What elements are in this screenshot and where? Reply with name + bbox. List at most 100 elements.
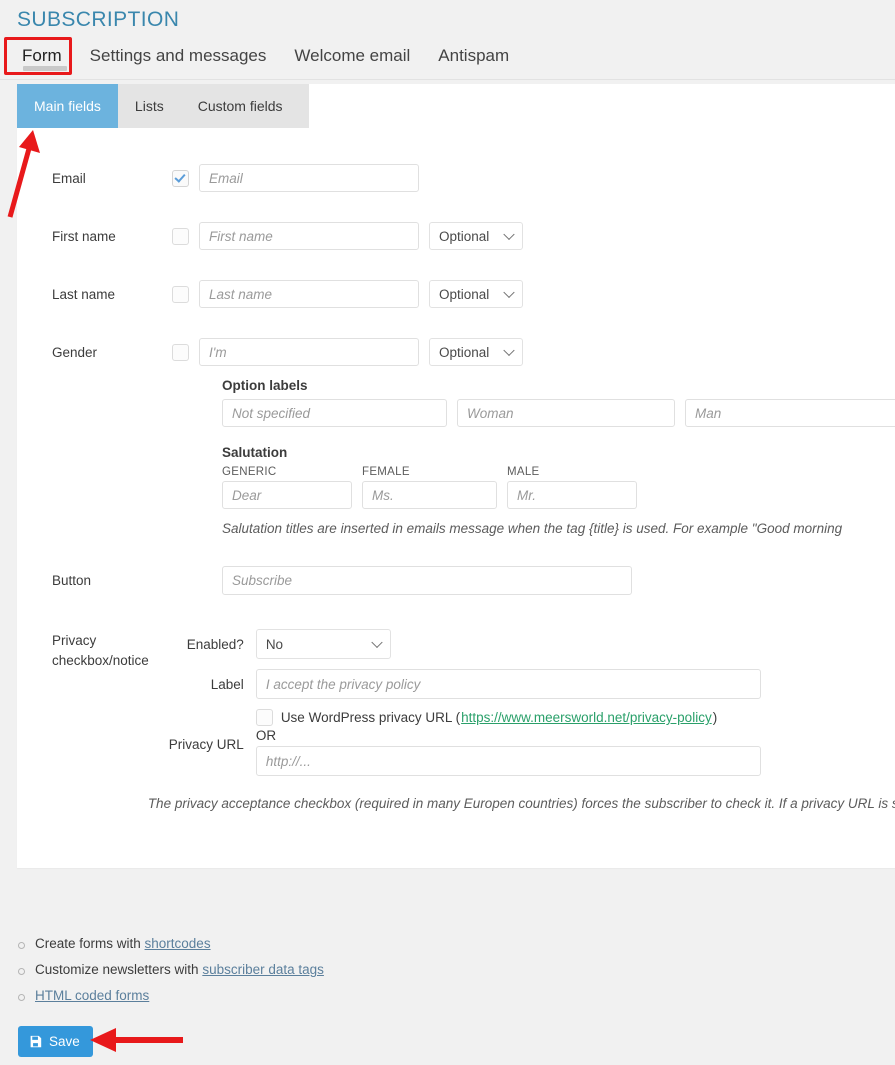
label-button: Button	[52, 573, 92, 588]
row-gender: Gender Optional	[17, 338, 895, 366]
chevron-down-icon	[503, 228, 515, 241]
footer: Create forms with shortcodes Customize n…	[0, 936, 895, 1014]
tab-form-label: Form	[22, 46, 62, 65]
privacy-url-or-text: OR	[255, 728, 277, 743]
footer-link-list: Create forms with shortcodes Customize n…	[0, 936, 895, 1003]
form-card: Main fields Lists Custom fields Email Fi…	[17, 84, 895, 869]
select-last-name-requirement-value: Optional	[439, 286, 490, 302]
input-privacy-label[interactable]	[255, 669, 761, 699]
label-gender: Gender	[52, 345, 98, 360]
input-last-name[interactable]	[199, 280, 419, 308]
input-button-text[interactable]	[222, 566, 632, 595]
tab-form-underline	[23, 66, 67, 71]
input-salutation-female[interactable]	[362, 481, 497, 509]
use-wp-privacy-url-line: Use WordPress privacy URL ( https://www.…	[255, 709, 761, 726]
footer-item-subscriber-data-tags: Customize newsletters with subscriber da…	[18, 962, 895, 977]
use-wp-privacy-url-text-after: )	[712, 710, 718, 725]
control-gender: Optional	[172, 338, 523, 366]
tab-form[interactable]: Form	[17, 42, 76, 74]
salutation-male-header: MALE	[507, 466, 540, 478]
privacy-url-label: Privacy URL	[168, 737, 244, 752]
subtab-lists[interactable]: Lists	[118, 84, 181, 128]
privacy-label-label: Label	[210, 676, 244, 692]
select-last-name-requirement[interactable]: Optional	[429, 280, 523, 308]
label-privacy: Privacy checkbox/notice	[52, 633, 149, 668]
select-gender-requirement[interactable]: Optional	[429, 338, 523, 366]
tab-welcome-email[interactable]: Welcome email	[280, 42, 424, 74]
control-button	[222, 566, 632, 595]
privacy-controls: Enabled? No Label Privacy URL	[144, 629, 895, 814]
row-privacy: Privacy checkbox/notice Enabled? No Labe…	[17, 629, 895, 814]
form-body: Email First name Optional	[17, 128, 895, 868]
salutation-headers: GENERIC FEMALE MALE	[222, 466, 895, 478]
input-option-label-not-specified[interactable]	[222, 399, 447, 427]
tab-settings-and-messages[interactable]: Settings and messages	[76, 42, 281, 74]
tab-settings-and-messages-label: Settings and messages	[89, 46, 267, 65]
input-email[interactable]	[199, 164, 419, 192]
select-privacy-enabled-value: No	[265, 636, 284, 652]
subscriber-data-tags-link[interactable]: subscriber data tags	[202, 962, 324, 977]
salutation-hint: Salutation titles are inserted in emails…	[222, 521, 843, 536]
input-first-name[interactable]	[199, 222, 419, 250]
row-button: Button	[17, 566, 895, 595]
input-gender[interactable]	[199, 338, 419, 366]
option-labels-title: Option labels	[222, 378, 308, 393]
salutation-title: Salutation	[222, 445, 288, 460]
input-salutation-male[interactable]	[507, 481, 637, 509]
form-bottom-spacer	[17, 814, 895, 840]
checkbox-use-wp-privacy-url[interactable]	[255, 709, 273, 726]
sub-tab-bar: Main fields Lists Custom fields	[17, 84, 309, 128]
page-title: SUBSCRIPTION	[17, 8, 180, 31]
privacy-label-row: Label	[144, 669, 895, 699]
footer-item-subscriber-data-tags-text: Customize newsletters with	[35, 962, 203, 977]
select-first-name-requirement[interactable]: Optional	[429, 222, 523, 250]
select-gender-requirement-value: Optional	[439, 344, 490, 360]
privacy-url-row: Privacy URL Use WordPress privacy URL ( …	[144, 709, 895, 776]
row-first-name: First name Optional	[17, 222, 895, 250]
privacy-url-controls: Use WordPress privacy URL ( https://www.…	[255, 709, 761, 776]
label-first-name: First name	[52, 229, 116, 244]
footer-item-shortcodes: Create forms with shortcodes	[18, 936, 895, 951]
tab-antispam[interactable]: Antispam	[424, 42, 523, 74]
input-salutation-generic[interactable]	[222, 481, 352, 509]
subtab-lists-label: Lists	[134, 98, 164, 114]
label-last-name: Last name	[52, 287, 116, 302]
subtab-custom-fields-label: Custom fields	[197, 98, 283, 114]
input-option-label-man[interactable]	[685, 399, 895, 427]
subtab-custom-fields[interactable]: Custom fields	[181, 84, 300, 128]
select-privacy-enabled[interactable]: No	[255, 629, 391, 659]
annotation-arrow-save-button	[90, 1028, 183, 1052]
subscription-form-screen: SUBSCRIPTION Form Settings and messages …	[0, 0, 895, 1065]
html-coded-forms-link[interactable]: HTML coded forms	[35, 988, 149, 1003]
salutation-section: Salutation GENERIC FEMALE MALE Salutatio…	[17, 445, 895, 536]
row-email: Email	[17, 164, 895, 192]
input-privacy-url[interactable]	[255, 746, 761, 776]
footer-item-shortcodes-text: Create forms with	[35, 936, 145, 951]
shortcodes-link[interactable]: shortcodes	[145, 936, 211, 951]
save-button-label: Save	[49, 1034, 80, 1049]
control-last-name: Optional	[172, 280, 523, 308]
subtab-main-fields[interactable]: Main fields	[17, 84, 118, 128]
save-floppy-icon	[30, 1035, 42, 1048]
top-tab-bar: Form Settings and messages Welcome email…	[17, 42, 523, 74]
checkbox-first-name[interactable]	[172, 227, 189, 245]
privacy-hint: The privacy acceptance checkbox (require…	[147, 796, 895, 811]
save-button[interactable]: Save	[18, 1026, 93, 1057]
chevron-down-icon	[503, 286, 515, 299]
wp-privacy-url-link[interactable]: https://www.meersworld.net/privacy-polic…	[461, 710, 712, 725]
salutation-generic-header: GENERIC	[222, 466, 277, 478]
control-email	[172, 164, 419, 192]
checkbox-email[interactable]	[172, 169, 189, 187]
input-option-label-woman[interactable]	[457, 399, 675, 427]
privacy-enabled-label: Enabled?	[186, 636, 244, 652]
tab-antispam-label: Antispam	[438, 46, 510, 65]
salutation-female-header: FEMALE	[362, 466, 410, 478]
label-email: Email	[52, 171, 86, 186]
footer-item-html-coded-forms: HTML coded forms	[18, 988, 895, 1003]
salutation-inputs	[222, 481, 895, 509]
checkbox-gender[interactable]	[172, 343, 189, 361]
checkbox-last-name[interactable]	[172, 285, 189, 303]
privacy-enabled-row: Enabled? No	[144, 629, 895, 659]
select-first-name-requirement-value: Optional	[439, 228, 490, 244]
tab-welcome-email-label: Welcome email	[294, 46, 411, 65]
